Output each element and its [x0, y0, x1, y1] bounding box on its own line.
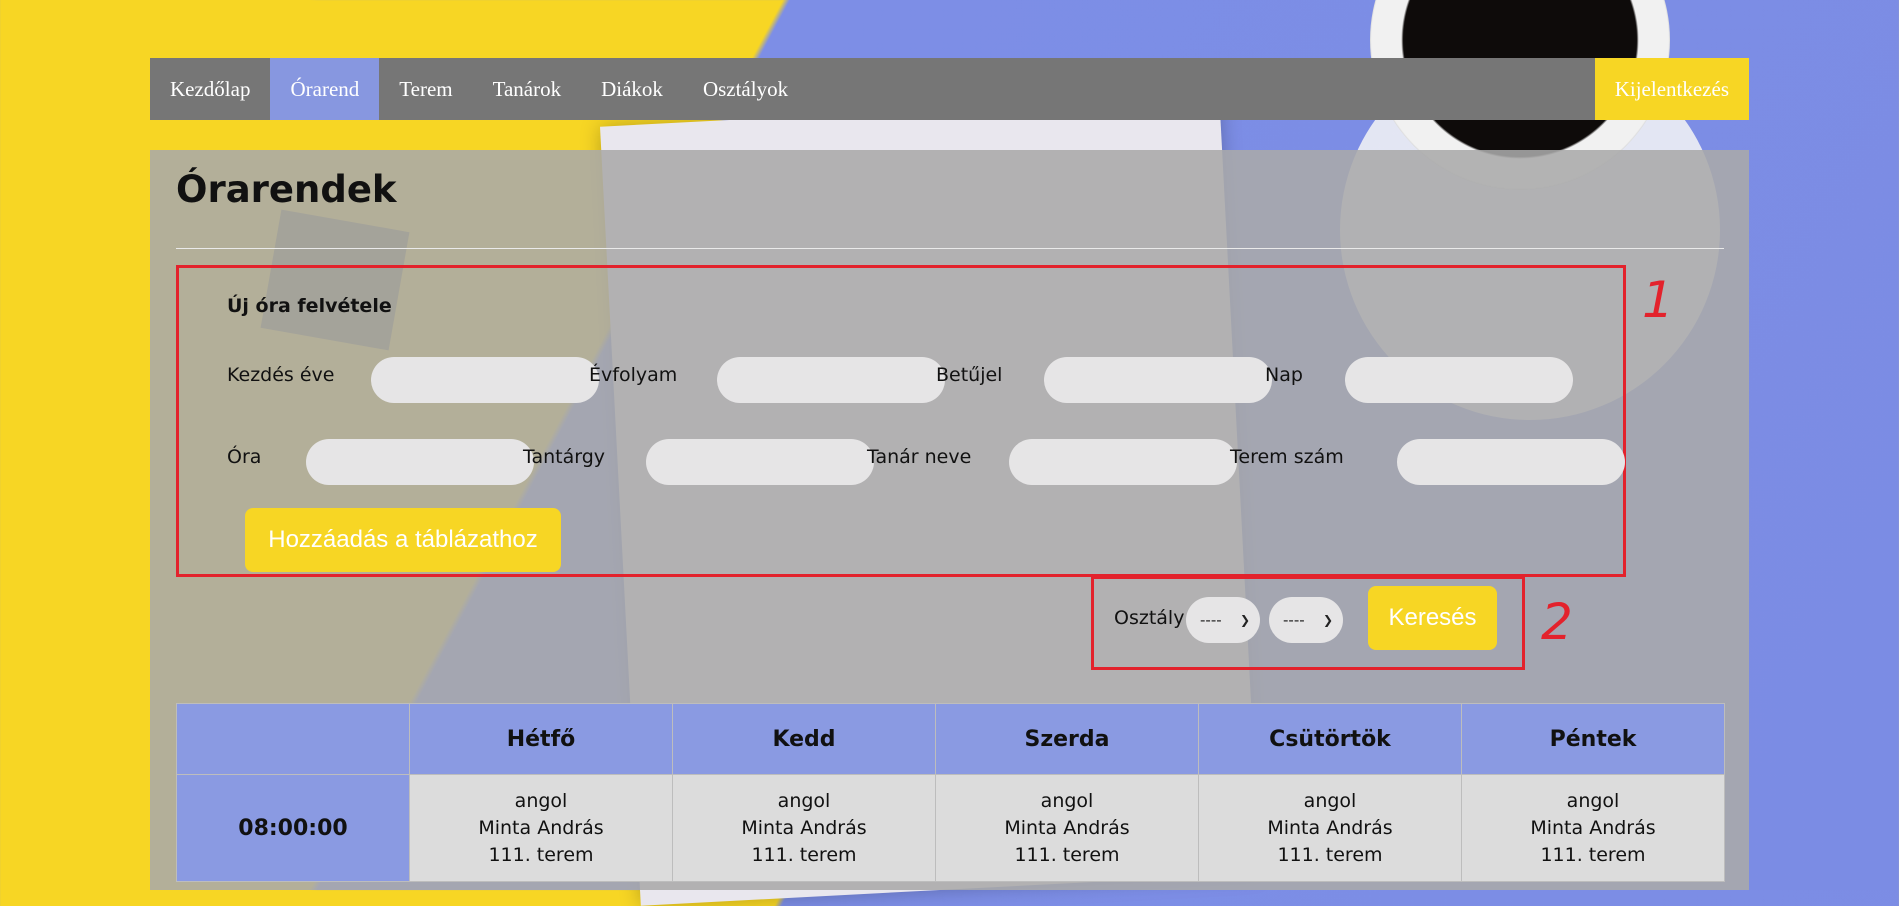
lesson-cell: angol Minta András 111. terem — [672, 774, 936, 882]
lesson-room: 111. terem — [1014, 843, 1120, 866]
class-year-select-value: ---- — [1200, 611, 1222, 629]
timetable-header-row: Hétfő Kedd Szerda Csütörtök Péntek — [176, 703, 1725, 775]
class-search: Osztály ---- ❯ ---- ❯ Keresés — [1091, 576, 1525, 670]
lesson-cell: angol Minta András 111. terem — [409, 774, 673, 882]
day-header-szerda: Szerda — [935, 703, 1199, 775]
content-panel: Órarendek Új óra felvétele Kezdés éve Év… — [150, 150, 1749, 890]
class-year-select[interactable]: ---- ❯ — [1186, 597, 1260, 643]
subject-input[interactable] — [646, 439, 874, 485]
lesson-teacher: Minta András — [1004, 816, 1130, 839]
nav-item-osztalyok[interactable]: Osztályok — [683, 58, 808, 120]
class-letter-select[interactable]: ---- ❯ — [1269, 597, 1343, 643]
class-letter-select-value: ---- — [1283, 611, 1305, 629]
lesson-room: 111. terem — [751, 843, 857, 866]
annotation-marker-2: 2 — [1541, 593, 1573, 651]
lesson-subject: angol — [1303, 789, 1357, 812]
lesson-cell: angol Minta András 111. terem — [935, 774, 1199, 882]
class-label: Osztály — [1114, 607, 1185, 629]
time-slot: 08:00:00 — [176, 774, 410, 882]
lesson-subject: angol — [1566, 789, 1620, 812]
search-button[interactable]: Keresés — [1368, 586, 1497, 650]
lesson-room: 111. terem — [488, 843, 594, 866]
divider — [176, 248, 1724, 249]
page-title: Órarendek — [176, 168, 397, 211]
lesson-teacher: Minta András — [1267, 816, 1393, 839]
lesson-room: 111. terem — [1540, 843, 1646, 866]
table-row: 08:00:00 angol Minta András 111. terem a… — [176, 774, 1725, 882]
lesson-teacher: Minta András — [478, 816, 604, 839]
timetable: Hétfő Kedd Szerda Csütörtök Péntek 08:00… — [176, 703, 1725, 882]
add-to-table-button[interactable]: Hozzáadás a táblázathoz — [245, 508, 561, 572]
nav-item-diakok[interactable]: Diákok — [581, 58, 683, 120]
letter-label: Betűjel — [936, 364, 1003, 386]
chevron-down-icon: ❯ — [1239, 613, 1250, 627]
time-column-header — [176, 703, 410, 775]
teacher-label: Tanár neve — [867, 446, 972, 468]
lesson-teacher: Minta András — [1530, 816, 1656, 839]
day-label: Nap — [1265, 364, 1303, 386]
day-header-hetfo: Hétfő — [409, 703, 673, 775]
day-input[interactable] — [1345, 357, 1573, 403]
hour-input[interactable] — [306, 439, 534, 485]
lesson-teacher: Minta András — [741, 816, 867, 839]
subject-label: Tantárgy — [523, 446, 606, 468]
start-year-input[interactable] — [371, 357, 599, 403]
lesson-room: 111. terem — [1277, 843, 1383, 866]
day-header-csutortok: Csütörtök — [1198, 703, 1462, 775]
nav-item-kezdolap[interactable]: Kezdőlap — [150, 58, 270, 120]
lesson-cell: angol Minta András 111. terem — [1198, 774, 1462, 882]
main-navbar: Kezdőlap Órarend Terem Tanárok Diákok Os… — [150, 58, 1749, 120]
start-year-label: Kezdés éve — [227, 364, 335, 386]
logout-button[interactable]: Kijelentkezés — [1594, 58, 1749, 120]
day-header-pentek: Péntek — [1461, 703, 1725, 775]
form-title: Új óra felvétele — [227, 295, 392, 317]
hour-label: Óra — [227, 446, 262, 468]
nav-item-terem[interactable]: Terem — [379, 58, 472, 120]
room-label: Terem szám — [1230, 446, 1344, 468]
lesson-subject: angol — [514, 789, 568, 812]
day-header-kedd: Kedd — [672, 703, 936, 775]
room-input[interactable] — [1397, 439, 1625, 485]
nav-item-orarend[interactable]: Órarend — [270, 58, 380, 120]
grade-input[interactable] — [717, 357, 945, 403]
lesson-subject: angol — [777, 789, 831, 812]
letter-input[interactable] — [1044, 357, 1272, 403]
lesson-cell: angol Minta András 111. terem — [1461, 774, 1725, 882]
lesson-subject: angol — [1040, 789, 1094, 812]
nav-item-tanarok[interactable]: Tanárok — [473, 58, 582, 120]
annotation-marker-1: 1 — [1642, 271, 1674, 329]
chevron-down-icon: ❯ — [1322, 613, 1333, 627]
grade-label: Évfolyam — [589, 364, 678, 386]
new-lesson-form: Új óra felvétele Kezdés éve Évfolyam Bet… — [176, 265, 1626, 577]
teacher-input[interactable] — [1009, 439, 1237, 485]
